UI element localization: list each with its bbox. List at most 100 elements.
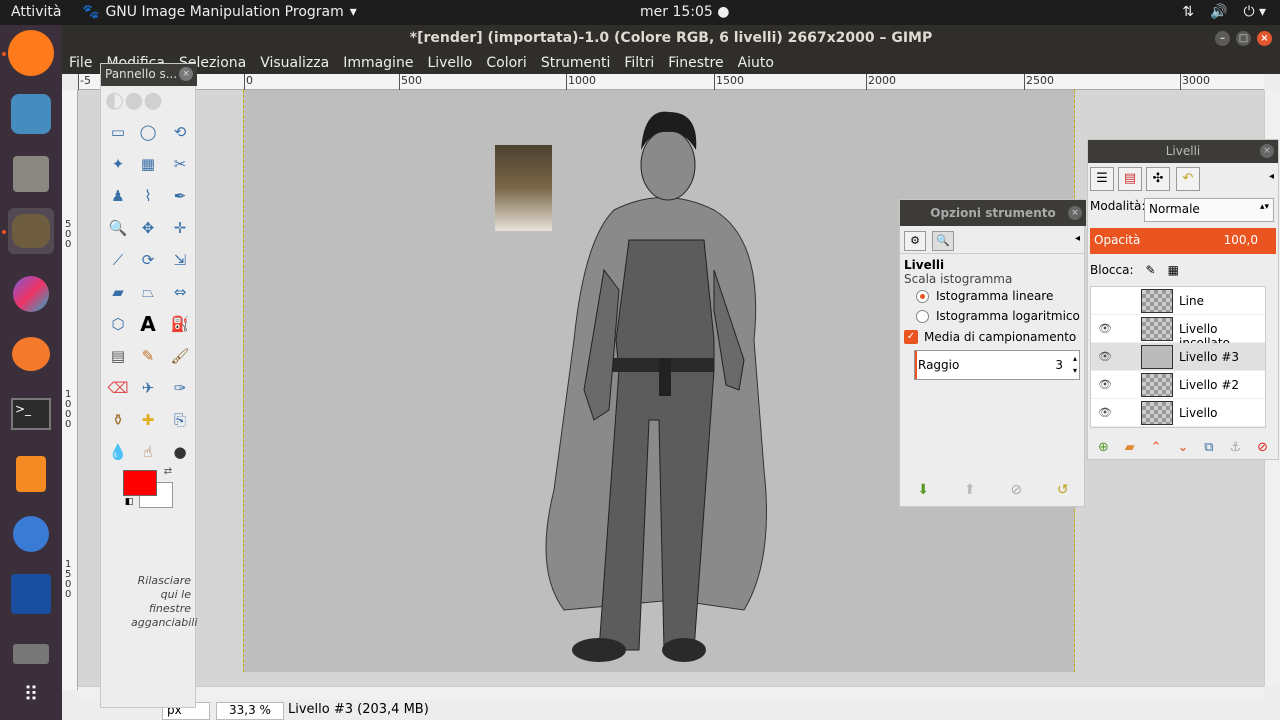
color-picker-icon[interactable]: ✒ [168,184,192,208]
system-tray[interactable]: ⇅ 🔊 ⏻ ▾ [1182,4,1266,20]
scale-icon[interactable]: ⇲ [168,248,192,272]
mode-select[interactable]: Normale ▴▾ [1144,198,1274,222]
maximize-button[interactable]: □ [1236,31,1251,46]
lock-pixels-icon[interactable]: ✎ [1146,263,1156,277]
fuzzy-select-icon[interactable]: ✦ [106,152,130,176]
paintbrush-icon[interactable]: 🖌 [168,344,192,368]
dodge-burn-icon[interactable]: ● [168,440,192,464]
smudge-icon[interactable]: ☝ [136,440,160,464]
layer-item[interactable]: 👁 Livello [1091,399,1265,427]
eraser-icon[interactable]: ⌫ [106,376,130,400]
airbrush-icon[interactable]: ✈ [136,376,160,400]
foreground-select-icon[interactable]: ♟ [106,184,130,208]
channels-tab-icon[interactable]: ▤ [1118,167,1142,191]
swap-colors-icon[interactable]: ⇄ [161,464,175,478]
rect-select-icon[interactable]: ▭ [106,120,130,144]
layer-list[interactable]: Line 👁 Livello incollato 👁 Livello #3 👁 … [1090,286,1266,428]
menu-image[interactable]: Immagine [343,52,413,74]
dock-drop-zone[interactable]: Rilasciare qui le finestre agganciabili [131,574,197,630]
anchor-layer-icon[interactable]: ⚓ [1230,440,1242,455]
close-icon[interactable]: × [179,67,193,81]
terminal-icon[interactable]: >_ [8,391,54,437]
ink-icon[interactable]: ✑ [168,376,192,400]
menu-windows[interactable]: Finestre [668,52,723,74]
app-grid-icon[interactable]: ⠿ [8,671,54,717]
close-button[interactable]: × [1257,31,1272,46]
rotate-icon[interactable]: ⟳ [136,248,160,272]
zoom-select[interactable]: 33,3 % [216,702,284,720]
free-select-icon[interactable]: ⟲ [168,120,192,144]
radio-button[interactable] [916,309,929,323]
heal-icon[interactable]: ✚ [136,408,160,432]
spinner-arrows-icon[interactable]: ▴ ▾ [1073,353,1077,377]
gimp-icon[interactable] [8,208,54,254]
files-icon[interactable] [8,151,54,197]
opacity-slider[interactable]: Opacità 100,0 [1090,228,1276,254]
layers-tab-icon[interactable]: ☰ [1090,167,1114,191]
panel-menu-icon[interactable]: ◂ [1269,171,1274,182]
reset-options-icon[interactable]: ↺ [1057,482,1069,498]
activities-button[interactable]: Attività [11,4,61,20]
network-icon[interactable]: ⇅ [1182,4,1194,20]
menu-filters[interactable]: Filtri [624,52,654,74]
thunderbird-icon[interactable] [8,511,54,557]
radius-spinner[interactable]: Raggio 3 ▴ ▾ [914,350,1080,380]
menu-help[interactable]: Aiuto [738,52,774,74]
visibility-eye-icon[interactable]: 👁 [1098,406,1112,419]
checkmark-icon[interactable]: ✓ [904,330,918,344]
horizontal-scrollbar[interactable] [78,686,1264,700]
ellipse-select-icon[interactable]: ◯ [136,120,160,144]
perspective-icon[interactable]: ⏢ [136,280,160,304]
blender-icon[interactable] [8,331,54,377]
pencil-icon[interactable]: ✎ [136,344,160,368]
linear-histogram-radio[interactable]: Istogramma lineare [900,286,1084,306]
menu-file[interactable]: File [69,52,92,74]
log-histogram-radio[interactable]: Istogramma logaritmico [900,306,1084,326]
layer-item[interactable]: Line [1091,287,1265,315]
paths-icon[interactable]: ⌇ [136,184,160,208]
menu-tools[interactable]: Strumenti [541,52,611,74]
delete-layer-icon[interactable]: ⊘ [1257,440,1268,455]
clone-icon[interactable]: ⚱ [106,408,130,432]
sample-average-checkbox[interactable]: ✓ Media di campionamento [900,326,1084,348]
color-select-icon[interactable]: ▦ [136,152,160,176]
layers-header[interactable]: Livelli × [1088,140,1278,163]
layer-item[interactable]: 👁 Livello #3 [1091,343,1265,371]
toolbox-header[interactable]: Pannello s... × [101,64,197,86]
menu-colors[interactable]: Colori [486,52,526,74]
clock[interactable]: mer 15:05 ● [640,4,729,20]
new-group-icon[interactable]: ▰ [1125,440,1135,455]
minimize-button[interactable]: – [1215,31,1230,46]
close-icon[interactable]: × [1068,206,1082,220]
gradient-icon[interactable]: ▤ [106,344,130,368]
save-options-icon[interactable]: ⬇ [917,482,929,498]
cage-transform-icon[interactable]: ⬡ [106,312,130,336]
layer-item[interactable]: 👁 Livello incollato [1091,315,1265,350]
foreground-color-swatch[interactable] [123,470,157,496]
visibility-eye-icon[interactable]: 👁 [1098,378,1112,391]
text-tool-icon[interactable]: A [136,312,160,336]
scissors-icon[interactable]: ✂ [168,152,192,176]
default-colors-icon[interactable]: ◧ [123,496,135,508]
tool-options-header[interactable]: Opzioni strumento × [900,200,1086,226]
firefox-icon[interactable] [8,30,54,76]
raise-layer-icon[interactable]: ⌃ [1151,440,1162,455]
flip-icon[interactable]: ⇔ [168,280,192,304]
device-status-tab-icon[interactable]: ⚙ [904,231,926,251]
perspective-clone-icon[interactable]: ⎘ [168,408,192,432]
window-titlebar[interactable]: *[render] (importata)-1.0 (Colore RGB, 6… [62,25,1280,52]
godot-icon[interactable] [8,91,54,137]
zoom-icon[interactable]: 🔍 [106,216,130,240]
radio-button[interactable] [916,289,929,303]
lock-alpha-icon[interactable]: ▦ [1168,263,1179,277]
tool-options-tab-icon[interactable]: 🔍 [932,231,954,251]
duplicate-layer-icon[interactable]: ⧉ [1204,440,1213,455]
visibility-eye-icon[interactable]: 👁 [1098,322,1112,335]
new-layer-icon[interactable]: ⊕ [1098,440,1109,455]
paths-tab-icon[interactable]: ✣ [1146,167,1170,191]
panel-menu-icon[interactable]: ◂ [1075,233,1080,244]
menu-view[interactable]: Visualizza [260,52,329,74]
align-icon[interactable]: ✛ [168,216,192,240]
bucket-fill-icon[interactable]: ⛽ [168,312,192,336]
move-icon[interactable]: ✥ [136,216,160,240]
